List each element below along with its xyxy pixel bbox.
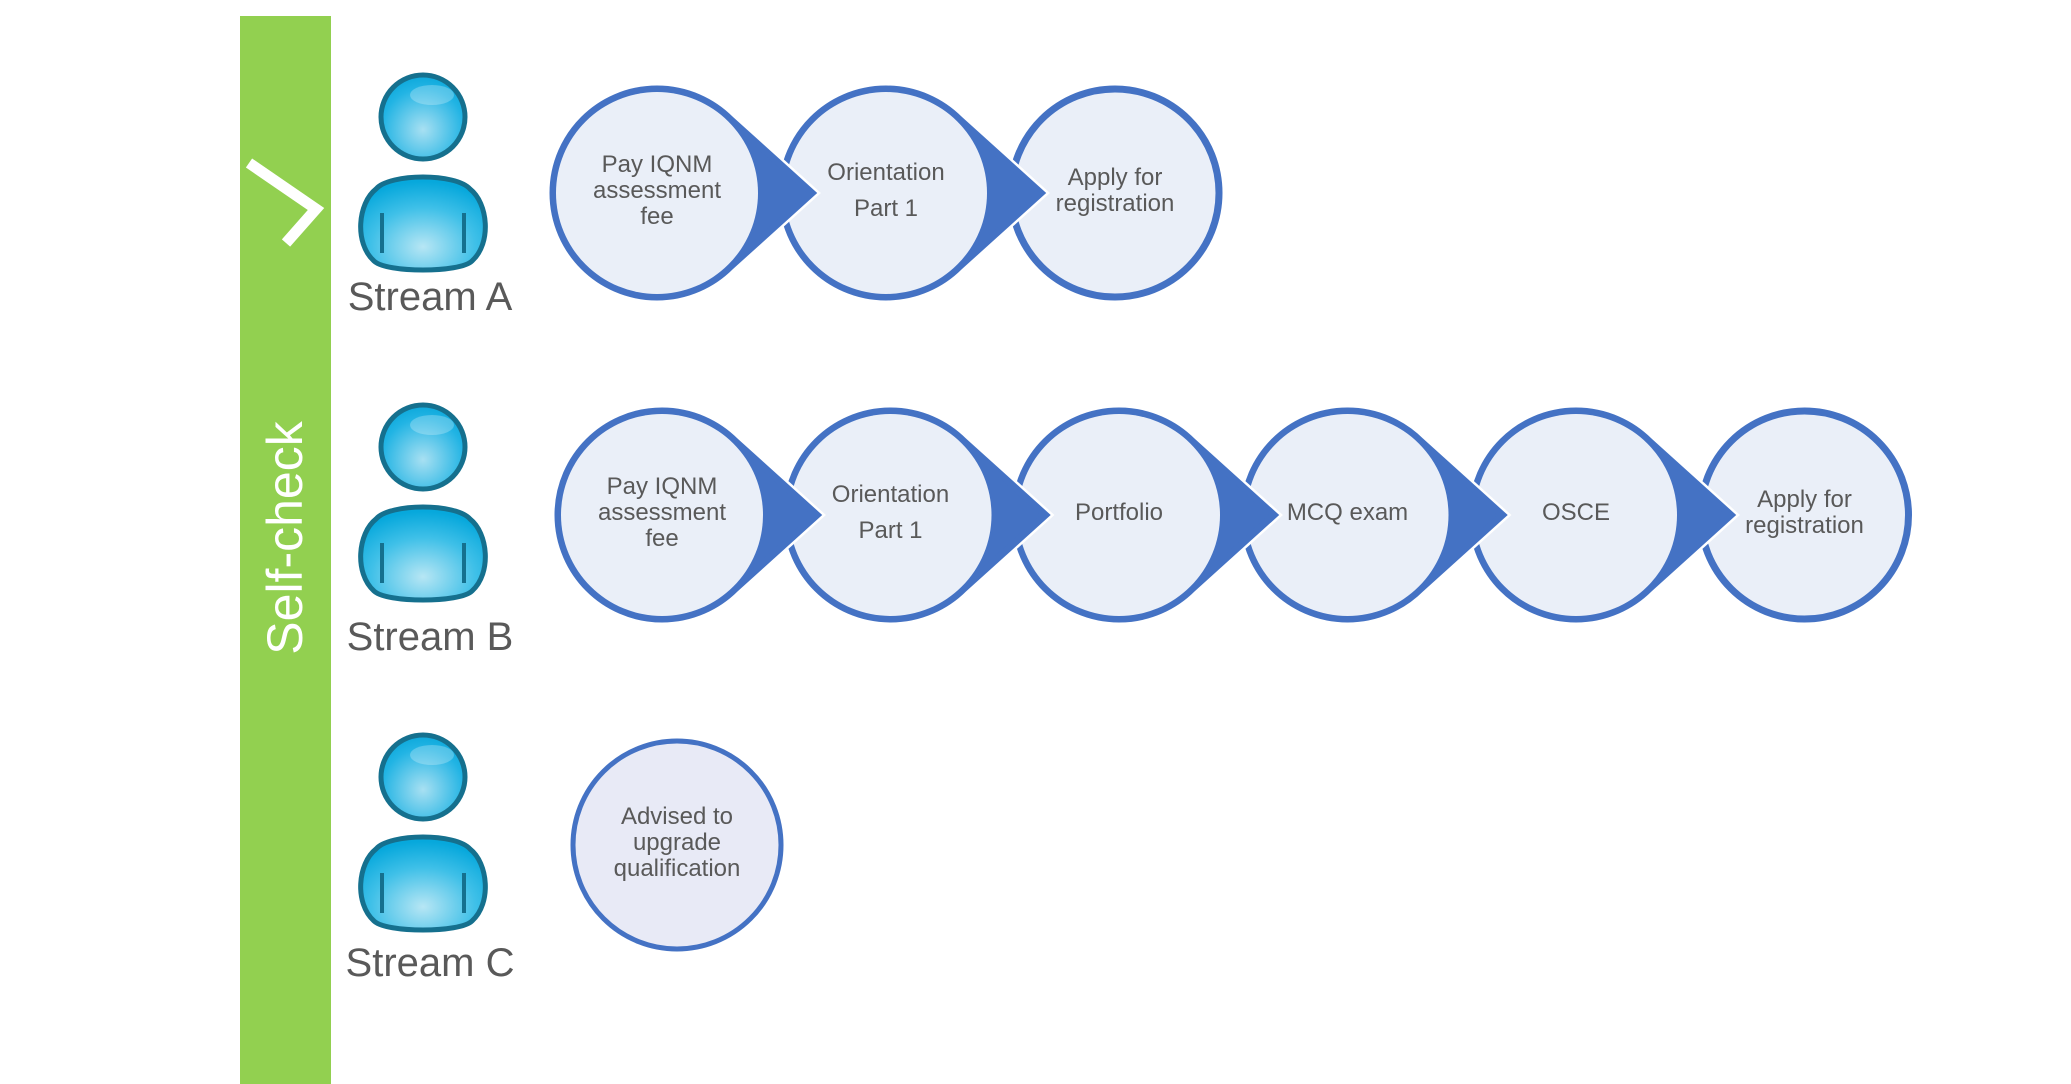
step-label: Portfolio	[1074, 499, 1164, 526]
step-label: Apply for registration	[1745, 486, 1864, 539]
step-label: OSCE	[1541, 499, 1610, 526]
person-icon	[358, 72, 488, 273]
step-label: Apply for registration	[1055, 164, 1175, 217]
step-label: Advised to upgrade qualification	[613, 803, 741, 882]
person-icon	[358, 402, 488, 603]
stream-label: Stream C	[345, 941, 515, 985]
flow-diagram	[358, 72, 1912, 952]
step-label: Orientation Part 1	[827, 159, 945, 222]
step-label: Pay IQNM assessment fee	[597, 473, 727, 552]
stream-label: Stream A	[347, 275, 513, 319]
stream-label: Stream B	[346, 615, 514, 659]
step-label: Orientation Part 1	[831, 481, 950, 544]
step-label: MCQ exam	[1286, 499, 1409, 526]
step-label: Pay IQNM assessment fee	[592, 151, 722, 230]
person-icon	[358, 732, 488, 933]
